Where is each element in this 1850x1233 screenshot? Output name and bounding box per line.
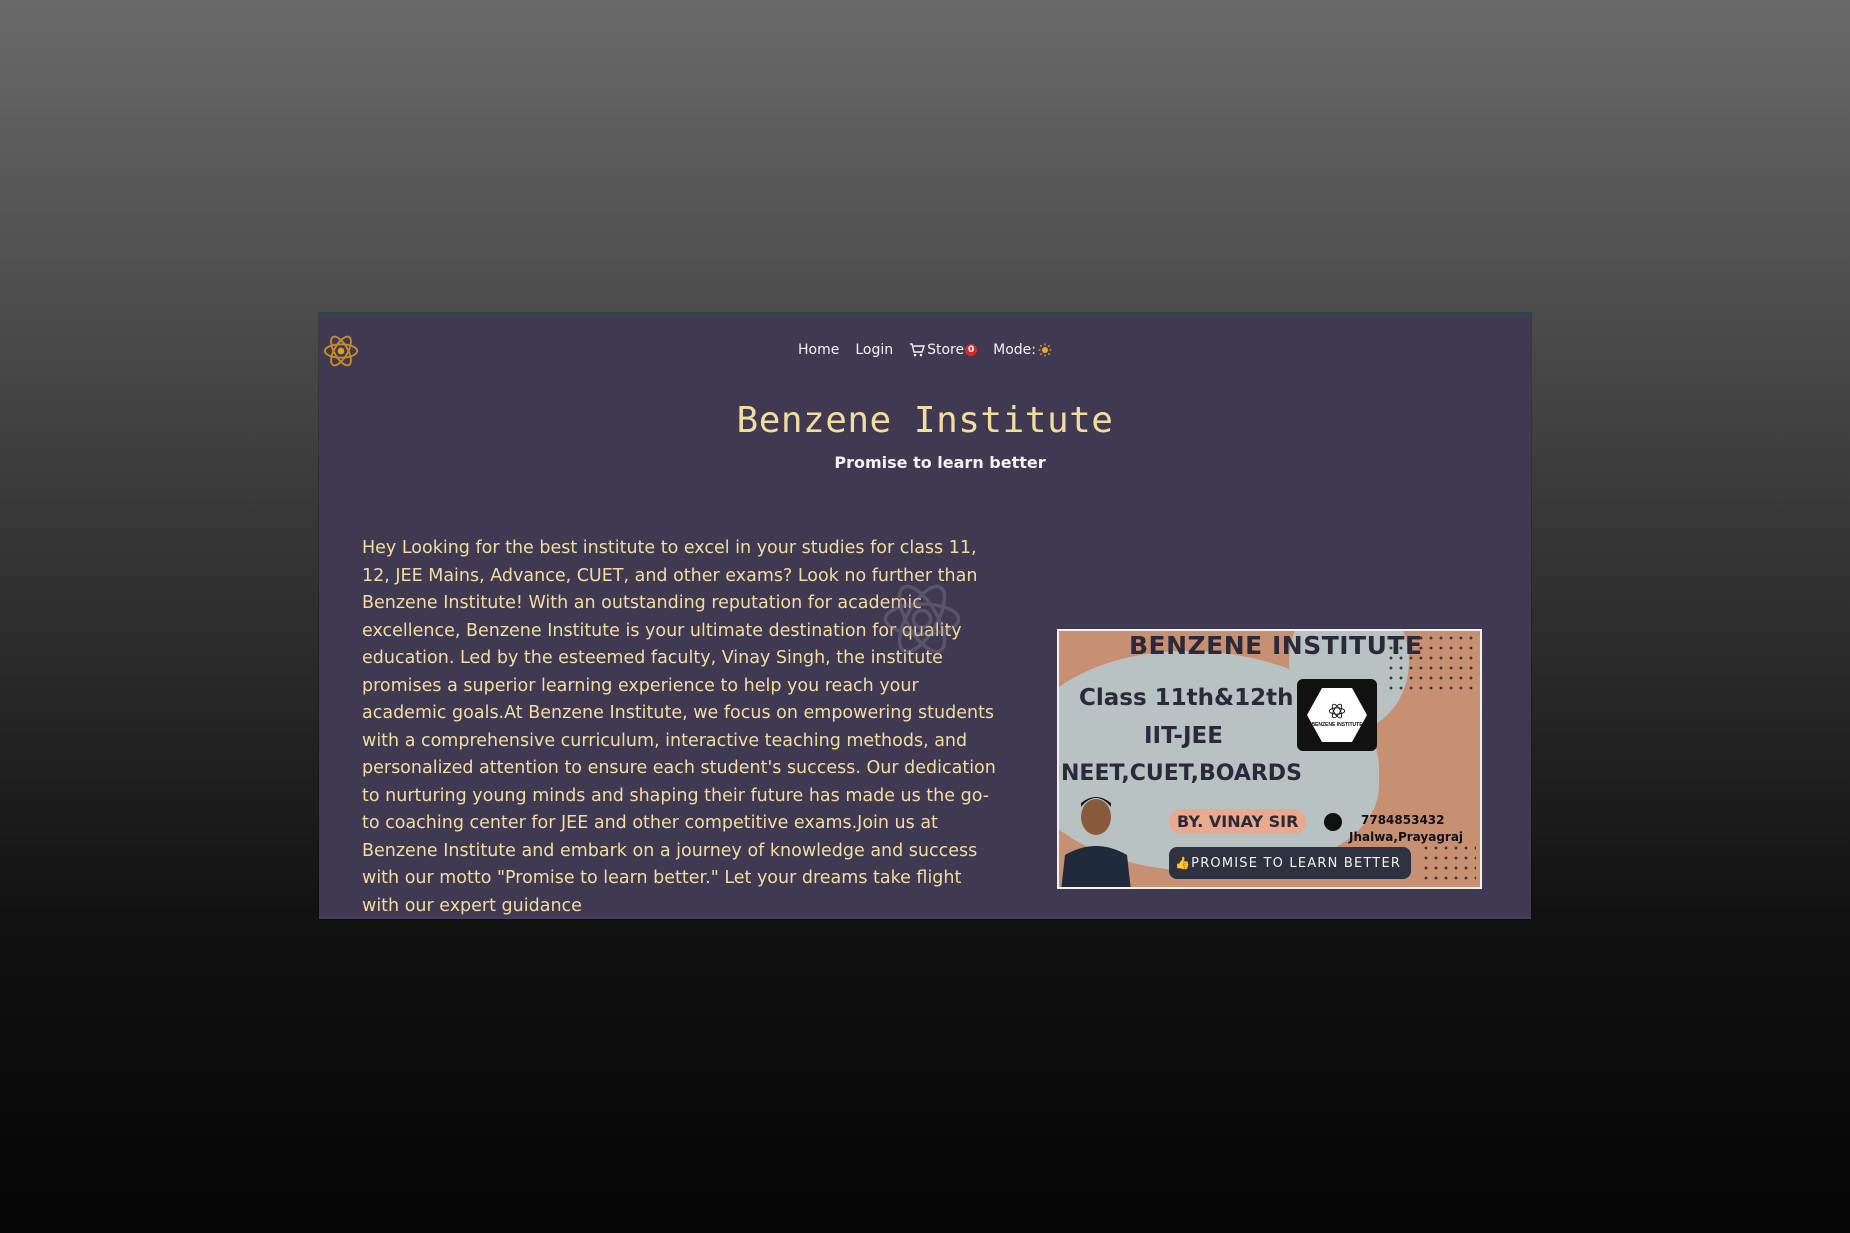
banner-logo: BENZENE INSTITUTE: [1297, 679, 1377, 751]
main-nav: Home Login Store 0 Mode:: [319, 342, 1531, 358]
teacher-photo: [1061, 797, 1131, 887]
store-label: Store: [927, 342, 965, 358]
nav-store-link[interactable]: Store 0: [909, 342, 978, 358]
institute-banner-image: BENZENE INSTITUTE Class 11th&12th IIT-JE…: [1057, 629, 1482, 889]
banner-exams: NEET,CUET,BOARDS: [1061, 761, 1302, 786]
banner-teacher: BY. VINAY SIR: [1169, 809, 1307, 834]
thumbs-up-icon: 👍: [1175, 856, 1192, 870]
phone-icon: [1324, 813, 1342, 831]
banner-phone: 7784853432: [1361, 813, 1445, 827]
mode-toggle[interactable]: Mode:: [993, 342, 1052, 358]
mode-label: Mode:: [993, 342, 1036, 358]
nav-login-link[interactable]: Login: [855, 342, 893, 358]
atom-icon: [1328, 703, 1346, 719]
banner-promise-text: PROMISE TO LEARN BETTER: [1191, 855, 1402, 871]
page-title: Benzene Institute: [736, 400, 1114, 441]
page-subtitle: Promise to learn better: [834, 453, 1046, 472]
nav-home-link[interactable]: Home: [798, 342, 839, 358]
banner-address: Jhalwa,Prayagraj: [1349, 830, 1464, 844]
atom-watermark-icon: [883, 584, 961, 654]
sun-icon: [1038, 343, 1052, 357]
banner-iit: IIT-JEE: [1144, 723, 1223, 749]
banner-classes: Class 11th&12th: [1079, 685, 1294, 711]
banner-title: BENZENE INSTITUTE: [1129, 631, 1423, 660]
shopping-cart-icon: [910, 343, 926, 357]
banner-logo-text: BENZENE INSTITUTE: [1311, 722, 1363, 728]
cart-count-badge: 0: [965, 344, 978, 356]
banner-promise: 👍 PROMISE TO LEARN BETTER: [1169, 847, 1411, 879]
browser-page: Home Login Store 0 Mode: Benzene Institu…: [319, 313, 1531, 919]
